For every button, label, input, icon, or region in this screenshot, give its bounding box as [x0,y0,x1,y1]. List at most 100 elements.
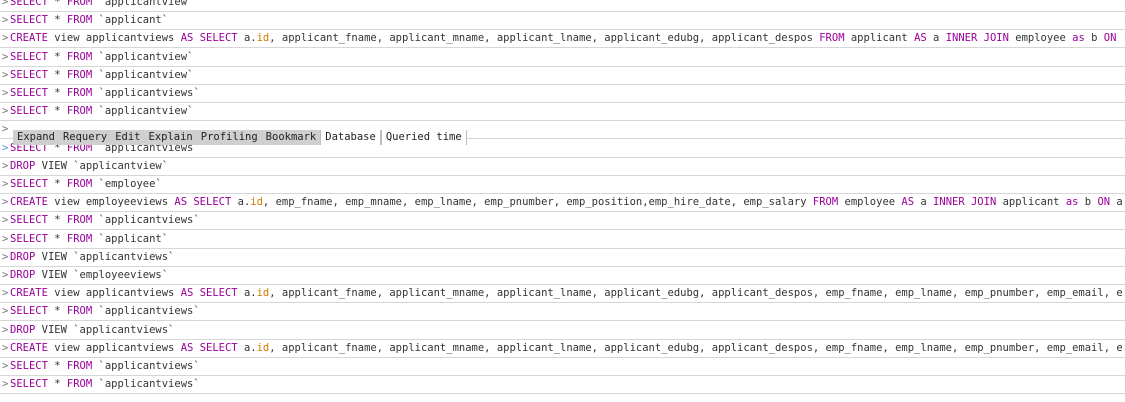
query-row[interactable]: > SELECT * FROM `employee` [0,176,1125,194]
sql-text: * [47,232,67,245]
sql-text: * [47,378,67,391]
sql-text: `applicantviews` [92,214,200,227]
query-row[interactable]: > CREATE view applicantviews AS SELECT a.… [0,285,1125,304]
sql-keyword: FROM [66,232,93,245]
sql-text: * [47,87,67,99]
query-row[interactable]: > SELECT * FROM `applicant` [0,231,1125,249]
sql-keyword: FROM [66,0,93,8]
sql-keyword: SELECT [193,196,232,209]
query-row[interactable]: > SELECT * FROM `applicantview` [0,49,1125,67]
query-text: DROP VIEW `applicantviews` [10,249,174,266]
sql-keyword: DROP [10,250,36,263]
prompt-chevron-icon: > [2,232,9,245]
query-row[interactable]: > SELECT * FROM `applicant` [0,12,1125,31]
sql-text: view applicantviews [47,32,181,45]
sql-text: , applicant_fname, applicant_mname, appl… [269,287,1122,300]
sql-keyword: FROM [66,178,93,190]
sql-keyword: SELECT [199,287,238,300]
sql-text: `applicantviews` [92,305,200,318]
sql-keyword: INNER JOIN [945,32,1009,45]
prompt-chevron-icon: > [2,105,9,118]
query-row[interactable]: > DROP VIEW `employeeviews` [0,267,1125,285]
expand-button[interactable]: Expand [13,130,59,145]
query-row[interactable]: > SELECT * FROM `applicantview` [0,67,1125,85]
sql-keyword: FROM [66,360,93,372]
sql-keyword: ON [1103,32,1117,45]
sql-keyword: FROM [66,68,93,81]
profiling-button[interactable]: Profiling [196,130,262,145]
sql-text: a. [1110,196,1122,208]
sql-text: , emp_fname, emp_mname, emp_lname, emp_p… [262,196,813,209]
sql-text: applicant [996,196,1066,209]
prompt-chevron-icon: > [2,87,9,99]
prompt-chevron-icon: > [2,360,9,372]
prompt-chevron-icon: > [2,196,9,209]
sql-keyword: SELECT [10,0,48,8]
sql-console-history: > SELECT * FROM `applicantview` > SELECT * … [0,0,1125,402]
query-row[interactable]: > SELECT * FROM `applicantviews` [0,212,1125,231]
sql-text: VIEW `applicantviews` [35,323,175,336]
sql-text: applicant [844,32,915,45]
sql-keyword: DROP [10,159,36,172]
sql-keyword: SELECT [10,360,48,372]
query-row[interactable]: > DROP VIEW `applicantviews` [0,322,1125,340]
prompt-chevron-icon: > [2,323,9,336]
query-row[interactable]: > DROP VIEW `applicantviews` [0,249,1125,267]
sql-text: * [47,360,67,372]
sql-text: a [926,32,946,45]
sql-text: a. [237,32,257,45]
sql-text: employee [838,196,902,209]
edit-button[interactable]: Edit [111,130,145,145]
sql-text: VIEW `employeeviews` [35,269,169,281]
bookmark-button[interactable]: Bookmark [261,130,321,145]
sql-keyword: CREATE [10,287,48,300]
sql-text: view applicantviews [47,287,181,300]
sql-keyword: SELECT [10,378,48,391]
query-row[interactable]: > CREATE view applicantviews AS SELECT a.… [0,340,1125,358]
database-label: Database [320,130,381,145]
sql-keyword: FROM [66,378,93,391]
sql-keyword: CREATE [10,196,48,209]
sql-identifier: id [250,196,263,209]
query-row[interactable]: > SELECT * FROM `applicantviews` [0,303,1125,322]
query-row[interactable]: > CREATE view employeeviews AS SELECT a.i… [0,194,1125,213]
explain-button[interactable]: Explain [144,130,197,145]
sql-keyword: AS [174,196,188,209]
query-row[interactable]: > SELECT * FROM `applicantviews` [0,358,1125,376]
query-row[interactable]: > SELECT * FROM `applicantview` [0,0,1125,12]
prompt-chevron-icon: > [2,378,9,391]
sql-keyword: FROM [66,305,93,318]
query-text: SELECT * FROM `applicantview` [10,49,193,66]
query-row[interactable]: > SELECT * FROM `applicantviews` [0,376,1125,395]
sql-keyword: CREATE [10,341,48,354]
query-text: SELECT * FROM `applicantview` [10,0,193,11]
query-text: DROP VIEW `employeeviews` [10,267,168,284]
sql-keyword: SELECT [10,68,48,81]
query-text: SELECT * FROM `applicantviews` [10,358,200,375]
sql-text: `applicant` [92,14,169,27]
prompt-chevron-icon: > [2,32,9,45]
query-row[interactable]: > DROP VIEW `applicantview` [0,158,1125,176]
query-row[interactable]: > CREATE view applicantviews AS SELECT a.… [0,30,1125,49]
sql-keyword: CREATE [10,32,48,45]
sql-text: `applicantviews` [92,87,200,99]
sql-keyword: SELECT [199,341,238,354]
sql-keyword: SELECT [10,214,48,227]
sql-keyword: FROM [66,214,93,227]
prompt-chevron-icon: > [2,250,9,263]
requery-button[interactable]: Requery [58,130,112,145]
query-text: SELECT * FROM `applicant` [10,231,168,248]
query-row[interactable]: > SELECT * FROM `applicantviews` [0,85,1125,103]
query-text: SELECT * FROM `applicantviews` [10,376,200,393]
prompt-chevron-icon: > [2,287,9,300]
query-context-toolbar: Expand Requery Edit Explain Profiling Bo… [13,130,467,145]
sql-keyword: FROM [812,196,839,209]
sql-text: `applicantview` [92,105,194,118]
query-text: SELECT * FROM `applicantviews` [10,303,200,320]
query-text: CREATE view applicantviews AS SELECT a.i… [10,30,1122,47]
sql-text: `employee` [92,178,162,190]
sql-text: * [47,50,67,63]
query-row[interactable]: > SELECT * FROM `applicantview` [0,103,1125,122]
sql-keyword: SELECT [10,232,48,245]
prompt-chevron-icon: > [2,123,9,136]
